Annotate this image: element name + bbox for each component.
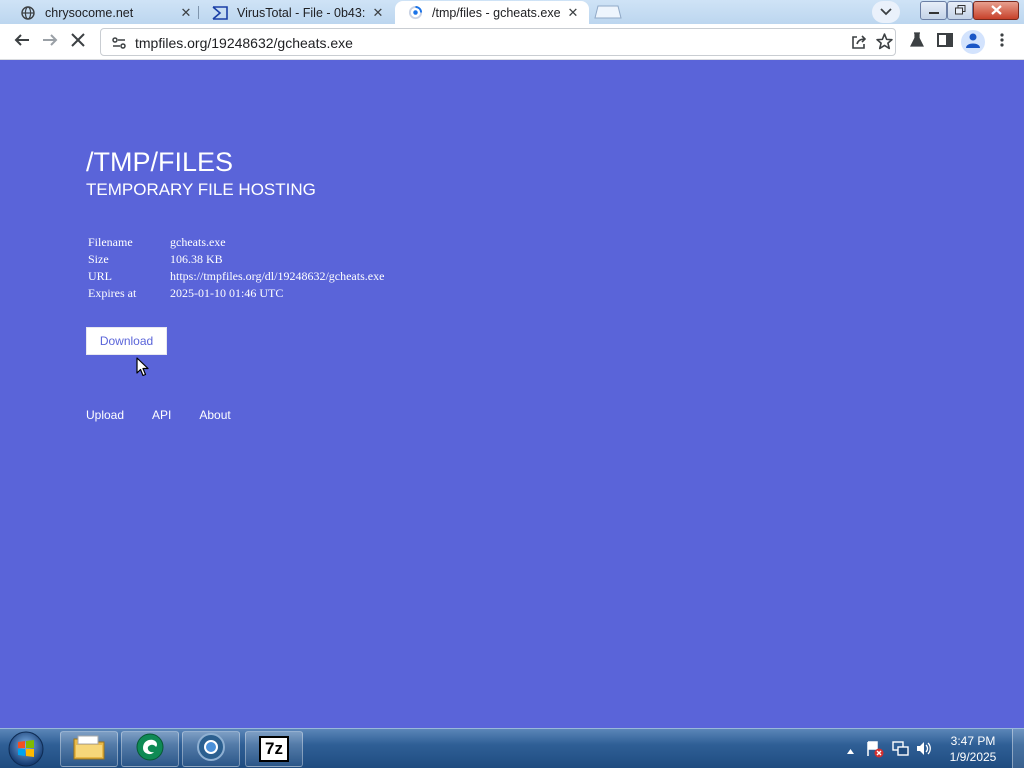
- file-explorer-icon: [72, 733, 106, 766]
- chevron-up-icon: [847, 749, 854, 754]
- info-key: URL: [88, 269, 112, 283]
- minimize-icon: [928, 2, 939, 20]
- virustotal-icon: [212, 5, 228, 21]
- menu-button[interactable]: [990, 30, 1014, 54]
- arrow-left-icon: [14, 32, 30, 53]
- tab-virustotal[interactable]: VirusTotal - File - 0b43: ✕: [200, 1, 394, 24]
- info-value: 2025-01-10 01:46 UTC: [170, 286, 284, 300]
- side-panel-button[interactable]: [933, 30, 957, 54]
- volume-icon[interactable]: [915, 740, 933, 762]
- info-value: 106.38 KB: [170, 252, 223, 266]
- star-icon[interactable]: [876, 33, 893, 55]
- about-link[interactable]: About: [199, 408, 230, 422]
- start-button[interactable]: [6, 730, 46, 768]
- browser-toolbar: tmpfiles.org/19248632/gcheats.exe: [0, 24, 1024, 60]
- table-row: Expires at 2025-01-10 01:46 UTC: [86, 285, 386, 302]
- green-app-icon: [135, 732, 165, 767]
- tab-search-button[interactable]: [872, 1, 900, 23]
- new-tab-button[interactable]: [594, 5, 622, 19]
- windows-logo-icon: [8, 731, 44, 767]
- close-icon: [71, 32, 85, 52]
- loading-spinner-icon: [407, 5, 423, 21]
- globe-icon: [20, 5, 36, 21]
- api-link[interactable]: API: [152, 408, 171, 422]
- browser-tab-bar: chrysocome.net ✕ VirusTotal - File - 0b4…: [0, 0, 1024, 24]
- 7zip-label: 7z: [265, 739, 283, 758]
- labs-button[interactable]: [905, 30, 929, 54]
- tab-chrysocome[interactable]: chrysocome.net ✕: [8, 1, 202, 24]
- side-panel-icon: [937, 32, 953, 52]
- show-hidden-icons-button[interactable]: [846, 742, 855, 760]
- tab-title: /tmp/files - gcheats.exe: [432, 5, 561, 20]
- address-bar[interactable]: tmpfiles.org/19248632/gcheats.exe: [100, 28, 896, 56]
- download-button[interactable]: Download: [86, 327, 167, 355]
- system-clock[interactable]: 3:47 PM 1/9/2025: [940, 733, 1006, 765]
- info-value[interactable]: https://tmpfiles.org/dl/19248632/gcheats…: [168, 268, 386, 285]
- page-title: /TMP/FILES: [86, 147, 234, 177]
- chrome-icon: [196, 732, 226, 767]
- restore-icon: [954, 2, 966, 20]
- share-icon[interactable]: [851, 34, 867, 55]
- taskbar-7zip[interactable]: 7z: [245, 731, 303, 767]
- more-vertical-icon: [1000, 32, 1004, 52]
- action-center-flag-icon[interactable]: [866, 740, 884, 763]
- info-value: gcheats.exe: [170, 235, 226, 249]
- clock-date: 1/9/2025: [949, 750, 997, 764]
- site-info-icon[interactable]: [111, 35, 127, 56]
- minimize-button[interactable]: [920, 1, 947, 20]
- flask-icon: [910, 31, 924, 53]
- back-button[interactable]: [10, 30, 34, 54]
- forward-button[interactable]: [38, 30, 62, 54]
- tab-separator: [198, 6, 199, 19]
- info-key: Size: [88, 252, 109, 266]
- info-key: Expires at: [88, 286, 137, 300]
- close-icon[interactable]: ✕: [370, 5, 386, 21]
- tab-title: chrysocome.net: [45, 5, 134, 20]
- tab-tmpfiles[interactable]: /tmp/files - gcheats.exe ✕: [395, 1, 589, 24]
- page-content: /TMP/FILES TEMPORARY FILE HOSTING Filena…: [0, 60, 1024, 728]
- clock-time: 3:47 PM: [950, 734, 996, 748]
- info-key: Filename: [88, 235, 133, 249]
- taskbar-chrome[interactable]: [182, 731, 240, 767]
- taskbar-file-explorer[interactable]: [60, 731, 118, 767]
- stop-button[interactable]: [66, 30, 90, 54]
- footer-nav: Upload API About: [86, 408, 231, 422]
- arrow-right-icon: [42, 32, 58, 53]
- close-icon[interactable]: ✕: [565, 5, 581, 21]
- chevron-down-icon: [880, 3, 892, 21]
- taskbar: 7z 3:47 PM 1/9/2025: [0, 728, 1024, 768]
- table-row: URL https://tmpfiles.org/dl/19248632/gch…: [86, 268, 386, 285]
- window-close-button[interactable]: [973, 1, 1019, 20]
- file-info-table: Filename gcheats.exe Size 106.38 KB URL …: [86, 234, 386, 302]
- url-text: tmpfiles.org/19248632/gcheats.exe: [135, 35, 353, 51]
- page-subtitle: TEMPORARY FILE HOSTING: [86, 180, 316, 199]
- tab-title: VirusTotal - File - 0b43:: [237, 5, 366, 20]
- avatar-icon: [965, 32, 981, 53]
- profile-button[interactable]: [961, 30, 985, 54]
- taskbar-green-app[interactable]: [121, 731, 179, 767]
- upload-link[interactable]: Upload: [86, 408, 124, 422]
- close-icon[interactable]: ✕: [178, 5, 194, 21]
- 7zip-icon: 7z: [259, 736, 289, 762]
- table-row: Filename gcheats.exe: [86, 234, 386, 251]
- mouse-cursor-icon: [136, 357, 150, 382]
- show-desktop-button[interactable]: [1012, 729, 1024, 768]
- maximize-button[interactable]: [947, 1, 973, 20]
- table-row: Size 106.38 KB: [86, 251, 386, 268]
- close-icon: [990, 2, 1002, 20]
- network-icon[interactable]: [892, 740, 909, 762]
